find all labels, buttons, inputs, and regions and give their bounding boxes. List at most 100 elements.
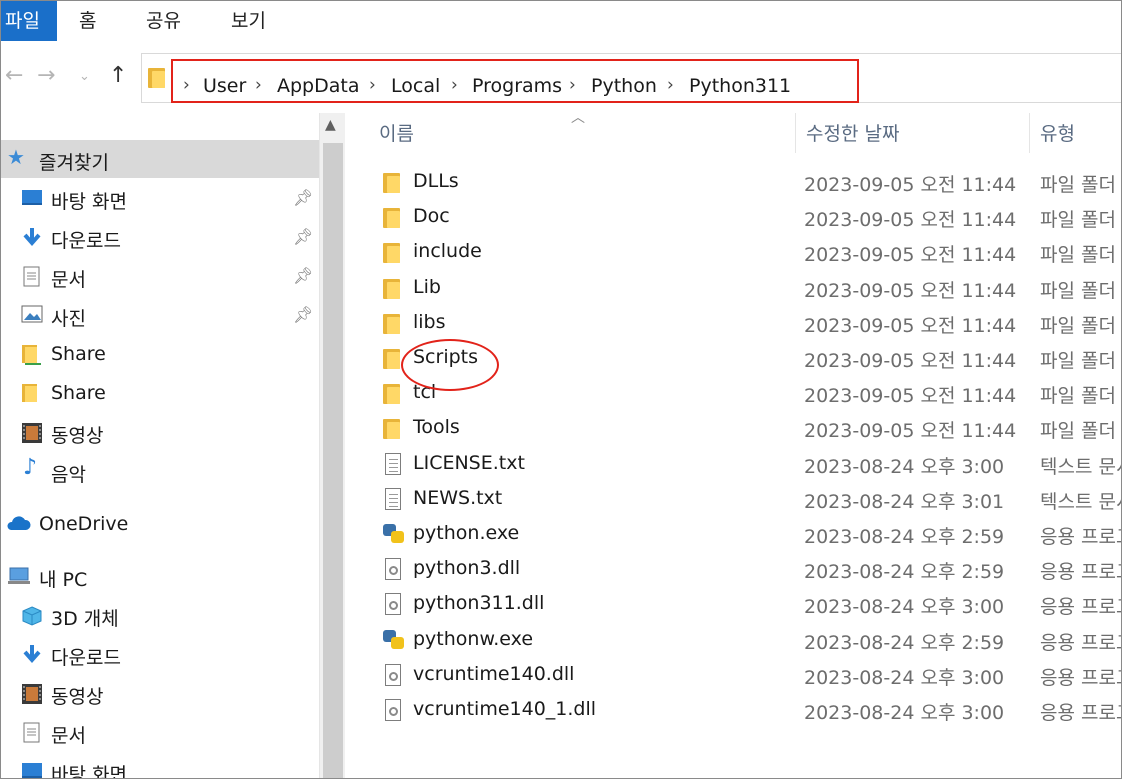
file-type: 응용 프로그램 bbox=[1040, 631, 1121, 654]
nav-item-share[interactable]: Share bbox=[1, 335, 319, 373]
file-name: LICENSE.txt bbox=[413, 451, 525, 474]
breadcrumb-appdata[interactable]: AppData bbox=[277, 75, 360, 97]
desktop-icon bbox=[21, 188, 43, 208]
document-icon bbox=[23, 266, 45, 287]
nav-item-desktop-pc[interactable]: 바탕 화면 bbox=[1, 752, 319, 778]
file-row[interactable]: python3.dll 2023-08-24 오후 2:59 응용 프로그램 확장 bbox=[345, 553, 1121, 588]
nav-quick-access[interactable]: ★ 즐겨찾기 bbox=[1, 140, 319, 178]
file-type: 파일 폴더 bbox=[1040, 279, 1116, 302]
column-header-name[interactable]: 이름 bbox=[379, 119, 414, 146]
scrollbar-thumb[interactable] bbox=[323, 143, 343, 778]
column-header-date[interactable]: 수정한 날짜 bbox=[806, 119, 899, 146]
computer-icon bbox=[7, 566, 30, 586]
breadcrumb-local[interactable]: Local bbox=[391, 75, 440, 97]
file-type: 텍스트 문서 bbox=[1040, 490, 1121, 513]
nav-item-downloads[interactable]: 다운로드 📌︎ bbox=[1, 218, 319, 256]
nav-item-share-2[interactable]: Share bbox=[1, 374, 319, 412]
nav-label: Share bbox=[51, 382, 106, 404]
navigation-pane: ★ 즐겨찾기 바탕 화면 📌︎ 다운로드 📌︎ 문서 📌︎ 사진 📌︎ Shar… bbox=[1, 113, 319, 778]
chevron-right-icon[interactable]: › bbox=[255, 75, 262, 95]
nav-item-downloads-pc[interactable]: 다운로드 bbox=[1, 635, 319, 673]
file-type: 응용 프로그램 bbox=[1040, 526, 1121, 548]
nav-label: 음악 bbox=[51, 464, 86, 486]
video-icon bbox=[21, 422, 43, 443]
file-row[interactable]: python.exe 2023-08-24 오후 2:59 응용 프로그램 bbox=[345, 518, 1121, 553]
file-name: include bbox=[413, 240, 482, 263]
scroll-up-icon[interactable]: ▲ bbox=[325, 117, 336, 133]
picture-icon bbox=[21, 305, 43, 325]
chevron-right-icon[interactable]: › bbox=[569, 75, 576, 95]
file-row[interactable]: Doc 2023-09-05 오전 11:44 파일 폴더 bbox=[345, 201, 1121, 236]
file-explorer-window: 파일 홈 공유 보기 ← → ⌄ ↑ › User › AppData › Lo… bbox=[0, 0, 1122, 779]
chevron-right-icon[interactable]: › bbox=[451, 75, 458, 95]
pin-icon[interactable]: 📌︎ bbox=[293, 305, 313, 324]
column-divider[interactable] bbox=[1029, 113, 1030, 153]
file-name: vcruntime140.dll bbox=[413, 662, 575, 685]
column-divider[interactable] bbox=[795, 113, 796, 153]
file-row[interactable]: vcruntime140_1.dll 2023-08-24 오후 3:00 응용 프… bbox=[345, 694, 1121, 729]
download-icon bbox=[21, 227, 43, 247]
nav-this-pc[interactable]: 내 PC bbox=[1, 557, 319, 595]
shared-folder-icon bbox=[21, 344, 43, 365]
breadcrumb-python[interactable]: Python bbox=[591, 75, 657, 97]
chevron-right-icon[interactable]: › bbox=[183, 75, 190, 95]
file-row[interactable]: LICENSE.txt 2023-08-24 오후 3:00 텍스트 문서 bbox=[345, 448, 1121, 483]
nav-item-desktop[interactable]: 바탕 화면 📌︎ bbox=[1, 179, 319, 217]
nav-item-music[interactable]: ♪ 음악 bbox=[1, 452, 319, 490]
breadcrumb-python311[interactable]: Python311 bbox=[689, 75, 791, 97]
annotation-circle bbox=[401, 339, 499, 391]
breadcrumb-programs[interactable]: Programs bbox=[472, 75, 562, 97]
file-modified-date: 2023-08-24 오후 3:00 bbox=[804, 666, 1005, 689]
file-modified-date: 2023-08-24 오후 3:00 bbox=[804, 702, 1005, 724]
file-name: NEWS.txt bbox=[413, 486, 503, 509]
file-modified-date: 2023-09-05 오전 11:44 bbox=[804, 314, 1017, 337]
file-row[interactable]: NEWS.txt 2023-08-24 오후 3:01 텍스트 문서 bbox=[345, 483, 1121, 518]
file-row[interactable]: libs 2023-09-05 오전 11:44 파일 폴더 bbox=[345, 307, 1121, 342]
file-modified-date: 2023-09-05 오전 11:44 bbox=[804, 174, 1017, 196]
recent-locations-chevron-icon[interactable]: ⌄ bbox=[79, 69, 90, 84]
file-type: 파일 폴더 bbox=[1040, 350, 1116, 372]
pin-icon[interactable]: 📌︎ bbox=[293, 227, 313, 246]
file-name: Doc bbox=[413, 205, 450, 228]
forward-arrow-icon[interactable]: → bbox=[37, 63, 55, 88]
file-type: 텍스트 문서 bbox=[1040, 455, 1121, 478]
file-row[interactable]: python311.dll 2023-08-24 오후 3:00 응용 프로그램 확… bbox=[345, 588, 1121, 623]
file-type: 파일 폴더 bbox=[1040, 420, 1116, 443]
nav-label: OneDrive bbox=[39, 513, 129, 535]
nav-onedrive[interactable]: OneDrive bbox=[1, 505, 319, 543]
nav-item-3d-objects[interactable]: 3D 개체 bbox=[1, 596, 319, 634]
file-modified-date: 2023-09-05 오전 11:44 bbox=[804, 385, 1017, 408]
tab-view[interactable]: 보기 bbox=[231, 1, 266, 41]
file-row[interactable]: pythonw.exe 2023-08-24 오후 2:59 응용 프로그램 bbox=[345, 624, 1121, 659]
ribbon-tabs: 파일 홈 공유 보기 bbox=[1, 1, 1121, 41]
chevron-right-icon[interactable]: › bbox=[667, 75, 674, 95]
document-icon bbox=[23, 722, 45, 743]
file-name: python311.dll bbox=[413, 592, 545, 615]
tab-file[interactable]: 파일 bbox=[1, 1, 57, 41]
breadcrumb: › User › AppData › Local › Programs › Py… bbox=[171, 59, 859, 103]
nav-pane-scrollbar[interactable]: ▲ bbox=[319, 113, 345, 778]
file-row[interactable]: include 2023-09-05 오전 11:44 파일 폴더 bbox=[345, 236, 1121, 271]
column-header-type[interactable]: 유형 bbox=[1040, 119, 1075, 146]
chevron-right-icon[interactable]: › bbox=[369, 75, 376, 95]
nav-item-videos-pc[interactable]: 동영상 bbox=[1, 674, 319, 712]
file-modified-date: 2023-09-05 오전 11:44 bbox=[804, 350, 1017, 372]
file-modified-date: 2023-09-05 오전 11:44 bbox=[804, 209, 1017, 232]
nav-item-pictures[interactable]: 사진 📌︎ bbox=[1, 296, 319, 334]
nav-item-documents-pc[interactable]: 문서 bbox=[1, 713, 319, 751]
nav-item-documents[interactable]: 문서 📌︎ bbox=[1, 257, 319, 295]
file-row[interactable]: DLLs 2023-09-05 오전 11:44 파일 폴더 bbox=[345, 166, 1121, 201]
file-row[interactable]: vcruntime140.dll 2023-08-24 오후 3:00 응용 프로그… bbox=[345, 659, 1121, 694]
file-row[interactable]: Tools 2023-09-05 오전 11:44 파일 폴더 bbox=[345, 412, 1121, 447]
nav-item-videos[interactable]: 동영상 bbox=[1, 413, 319, 451]
file-row[interactable]: Lib 2023-09-05 오전 11:44 파일 폴더 bbox=[345, 272, 1121, 307]
pin-icon[interactable]: 📌︎ bbox=[293, 188, 313, 207]
tab-share[interactable]: 공유 bbox=[146, 1, 181, 41]
tab-home[interactable]: 홈 bbox=[79, 1, 96, 41]
up-arrow-icon[interactable]: ↑ bbox=[109, 63, 127, 88]
file-name: DLLs bbox=[413, 170, 459, 192]
back-arrow-icon[interactable]: ← bbox=[5, 63, 23, 88]
file-modified-date: 2023-08-24 오후 3:01 bbox=[804, 490, 1005, 513]
breadcrumb-user[interactable]: User bbox=[203, 75, 246, 97]
pin-icon[interactable]: 📌︎ bbox=[293, 266, 313, 285]
